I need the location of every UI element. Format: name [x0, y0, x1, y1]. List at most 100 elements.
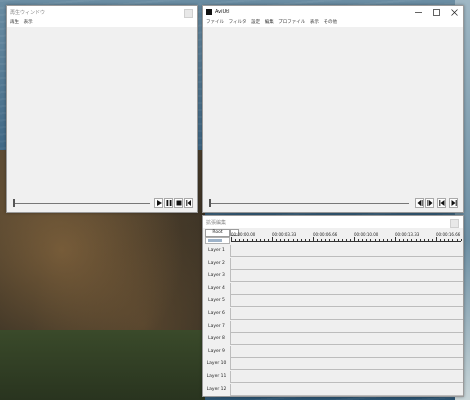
frame-back-button[interactable] [184, 198, 193, 208]
layer-track[interactable] [231, 383, 463, 396]
playback-slider-thumb[interactable] [13, 199, 15, 207]
layer-label[interactable]: Layer 3 [203, 270, 231, 283]
layer-track[interactable] [231, 358, 463, 371]
playback-slider-track[interactable] [13, 203, 150, 204]
zoom-scale-bar[interactable] [205, 237, 230, 244]
ruler-tick [300, 239, 302, 241]
menu-play[interactable]: 再生 [10, 18, 19, 27]
ruler-tick [452, 239, 454, 241]
ruler-tick [325, 239, 327, 241]
layer-label[interactable]: Layer 1 [203, 245, 231, 257]
layer-track[interactable] [231, 245, 463, 257]
layer-row: Layer 6 [203, 307, 465, 321]
cliff-grass [0, 330, 205, 400]
layer-label[interactable]: Layer 9 [203, 345, 231, 358]
ruler-tick [362, 239, 364, 241]
go-start-button[interactable] [437, 198, 446, 208]
ruler-tick [378, 239, 380, 241]
menu-file[interactable]: ファイル [206, 18, 224, 27]
main-menubar: ファイル フィルタ 設定 編集 プロファイル 表示 その他 [203, 18, 463, 27]
minimize-button[interactable] [410, 6, 427, 18]
layer-track[interactable] [231, 320, 463, 333]
stop-icon [176, 200, 181, 206]
ruler-tick [313, 237, 314, 241]
layer-track[interactable] [231, 257, 463, 270]
ruler-tick [333, 239, 335, 241]
ruler-tick [386, 239, 388, 241]
menu-filter[interactable]: フィルタ [229, 18, 247, 27]
layer-list: Layer 1 Layer 2 Layer 3 Layer 4 Layer 5 Layer… [203, 245, 465, 396]
layer-track[interactable] [231, 333, 463, 346]
layer-label[interactable]: Layer 5 [203, 295, 231, 308]
step-forward-button[interactable] [425, 198, 434, 208]
ruler-tick [407, 239, 409, 241]
playback-transport [7, 196, 197, 212]
menu-profile[interactable]: プロファイル [278, 18, 305, 27]
ruler-tick [329, 239, 331, 241]
ruler-tick [382, 239, 384, 241]
menu-settings[interactable]: 設定 [251, 18, 260, 27]
layer-label[interactable]: Layer 7 [203, 320, 231, 333]
ruler-tick [403, 239, 405, 241]
ruler-timecode: 00:00:16.66 [436, 232, 461, 237]
seek-slider-thumb[interactable] [209, 199, 211, 207]
layer-row: Layer 8 [203, 333, 465, 346]
ruler-tick [411, 239, 413, 241]
playback-minimize-button[interactable] [184, 9, 193, 18]
main-titlebar[interactable]: AviUtl [203, 6, 463, 18]
playback-window: 再生ウィンドウ 再生 表示 [6, 5, 198, 213]
play-button[interactable] [154, 198, 163, 208]
layer-label[interactable]: Layer 4 [203, 282, 231, 295]
go-end-icon [451, 200, 457, 206]
ruler-tick [374, 239, 376, 241]
layer-label[interactable]: Layer 8 [203, 333, 231, 346]
menu-view[interactable]: 表示 [24, 18, 33, 27]
ruler-tick [317, 239, 319, 241]
ruler-tick [247, 239, 249, 241]
maximize-icon [433, 9, 440, 16]
ruler-tick [440, 239, 442, 241]
layer-label[interactable]: Layer 12 [203, 383, 231, 396]
layer-track[interactable] [231, 370, 463, 383]
menu-view[interactable]: 表示 [310, 18, 319, 27]
layer-track[interactable] [231, 307, 463, 320]
ruler-tick [390, 239, 392, 241]
ruler-tick [304, 239, 306, 241]
layer-label[interactable]: Layer 2 [203, 257, 231, 270]
zoom-scale-fill [208, 239, 222, 242]
menu-other[interactable]: その他 [323, 18, 337, 27]
layer-track[interactable] [231, 295, 463, 308]
timeline-titlebar[interactable]: 拡張編集 [203, 216, 463, 228]
go-end-button[interactable] [449, 198, 458, 208]
pause-button[interactable] [164, 198, 173, 208]
ruler-timecode: 00:00:03.33 [272, 232, 297, 237]
layer-label[interactable]: Layer 10 [203, 358, 231, 371]
timeline-minimize-button[interactable] [450, 219, 459, 228]
main-title: AviUtl [215, 9, 230, 15]
ruler-tick [288, 239, 290, 241]
ruler-tick [272, 237, 273, 241]
minimize-icon [415, 12, 422, 13]
menu-edit[interactable]: 編集 [265, 18, 274, 27]
main-seek-area [203, 196, 463, 212]
layer-track[interactable] [231, 345, 463, 358]
layer-track[interactable] [231, 270, 463, 283]
time-ruler[interactable]: 00:00:00.00 00:00:03.33 00:00:06.66 00:00:1… [231, 229, 462, 243]
maximize-button[interactable] [428, 6, 445, 18]
seek-slider-track[interactable] [209, 203, 409, 204]
timeline-title: 拡張編集 [206, 220, 227, 226]
root-button[interactable]: Root [205, 229, 230, 237]
layer-label[interactable]: Layer 6 [203, 307, 231, 320]
aviutl-main-window: AviUtl ファイル フィルタ 設定 編集 プロファイル 表示 その他 [202, 5, 464, 213]
frame-back-icon [185, 200, 191, 206]
ruler-tick [280, 239, 282, 241]
layer-track[interactable] [231, 282, 463, 295]
ruler-tick [251, 239, 253, 241]
layer-row: Layer 4 [203, 282, 465, 296]
playback-titlebar[interactable]: 再生ウィンドウ [7, 6, 197, 18]
stop-button[interactable] [174, 198, 183, 208]
layer-label[interactable]: Layer 11 [203, 370, 231, 383]
step-back-button[interactable] [415, 198, 424, 208]
close-button[interactable] [446, 6, 463, 18]
ruler-tick [395, 237, 396, 241]
